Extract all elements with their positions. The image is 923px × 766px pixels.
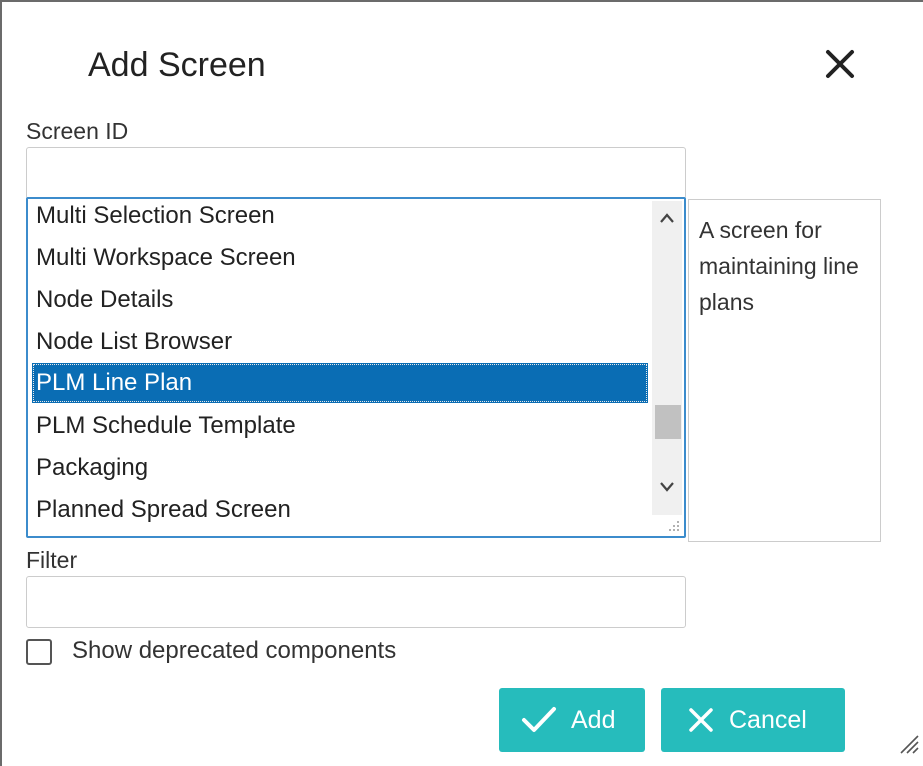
filter-label: Filter [26,547,78,573]
list-item[interactable]: PLM Schedule Template [32,406,648,446]
check-icon [522,707,556,732]
dialog-resize-grip-icon[interactable] [897,732,919,754]
dialog-title: Add Screen [88,46,266,84]
add-button-label: Add [571,705,616,734]
list-scrollbar[interactable] [652,201,682,515]
show-deprecated-checkbox[interactable] [26,639,52,665]
add-screen-dialog: Add Screen Screen ID Multi Selection Scr… [0,0,923,766]
screen-id-input[interactable] [26,147,686,199]
list-item[interactable]: Node List Browser [32,322,648,362]
list-item[interactable]: Planned Spread Screen [32,490,648,530]
list-item[interactable]: Multi Selection Screen [32,199,648,236]
scroll-thumb[interactable] [655,405,681,439]
screen-description: A screen for maintaining line plans [688,199,881,542]
list-item[interactable]: Packaging [32,448,648,488]
chevron-up-icon [660,213,674,223]
list-item-selected[interactable]: PLM Line Plan [32,363,648,403]
scroll-down-button[interactable] [652,473,682,499]
screen-listbox[interactable]: Multi Selection Screen Multi Workspace S… [26,197,686,538]
cancel-button[interactable]: Cancel [661,688,845,752]
screen-id-label: Screen ID [26,118,129,144]
list-item[interactable]: Multi Workspace Screen [32,238,648,278]
list-item[interactable]: Node Details [32,280,648,320]
close-icon [689,708,713,732]
scroll-up-button[interactable] [652,205,682,231]
close-button[interactable] [820,44,860,84]
list-resize-grip-icon[interactable] [666,518,680,532]
close-icon [826,50,854,78]
filter-input[interactable] [26,576,686,628]
chevron-down-icon [660,482,674,492]
add-button[interactable]: Add [499,688,645,752]
show-deprecated-label: Show deprecated components [72,637,397,664]
cancel-button-label: Cancel [729,705,807,734]
